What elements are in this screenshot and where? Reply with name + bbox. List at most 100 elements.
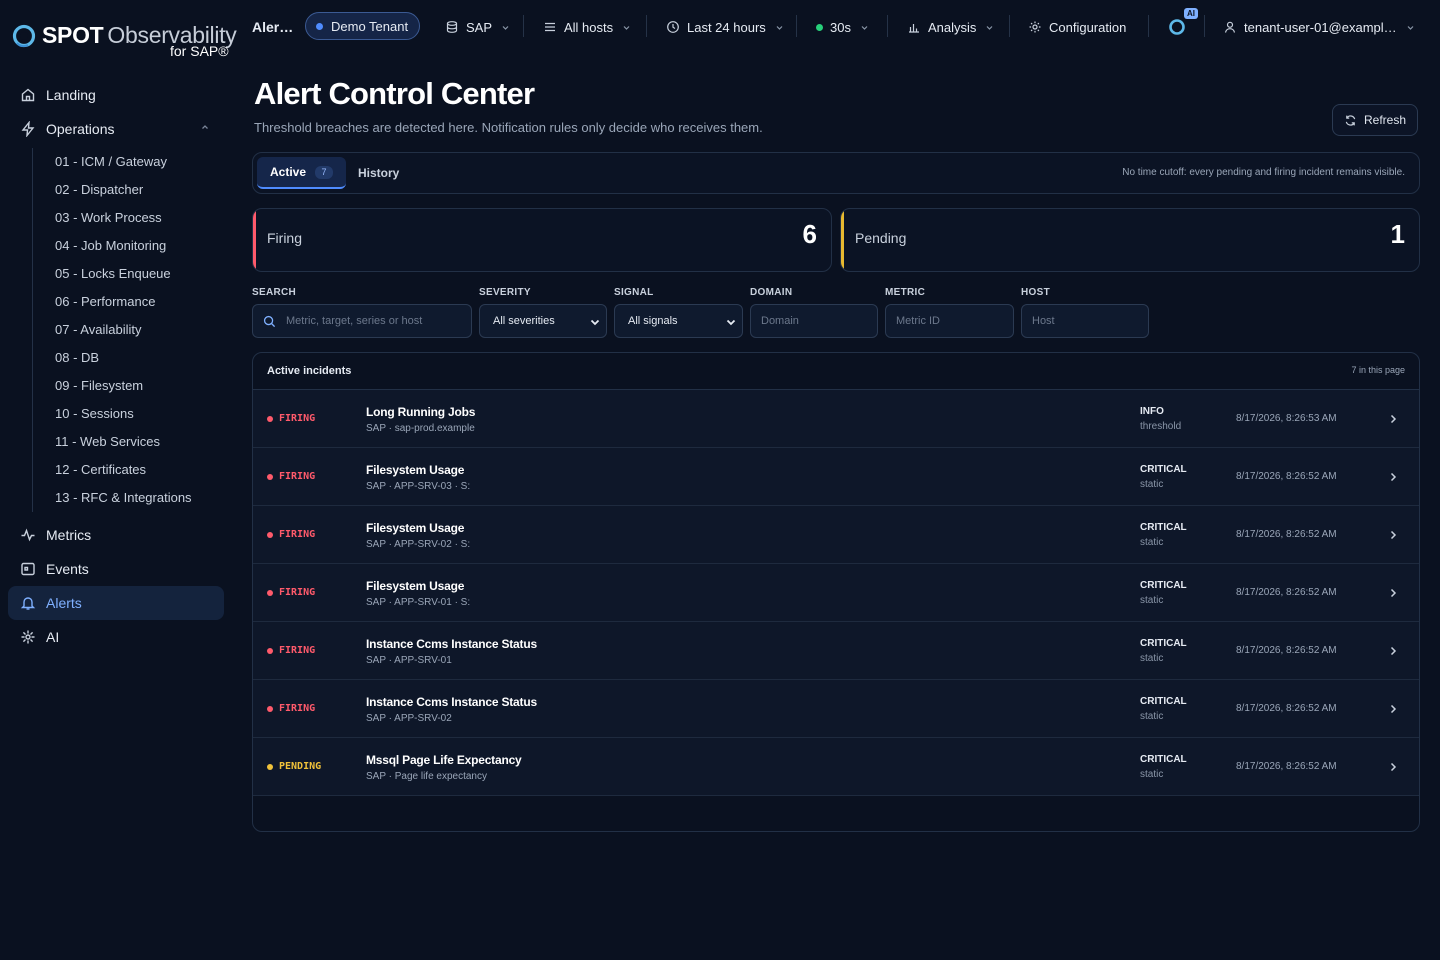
divider [1009, 15, 1010, 37]
gear-icon [1029, 21, 1041, 33]
incident-time: 8/17/2026, 8:26:52 AM [1236, 471, 1337, 482]
sidebar-subitem-performance[interactable]: 06 - Performance [55, 288, 224, 316]
sidebar-item-events[interactable]: Events [8, 552, 224, 586]
incident-kind: threshold [1140, 421, 1182, 432]
tenant-status-dot [316, 22, 323, 30]
chevron-up-icon[interactable] [200, 122, 210, 132]
tenant-selector[interactable]: Demo Tenant [305, 12, 421, 40]
sidebar-item-metrics[interactable]: Metrics [8, 518, 224, 552]
live-status-dot [816, 23, 823, 31]
chevron-right-icon[interactable] [1387, 529, 1399, 541]
incident-title: Long Running Jobs [366, 405, 476, 419]
severity-select[interactable]: All severities [479, 304, 607, 338]
incident-row[interactable]: FIRING Instance Ccms Instance Status SAP… [253, 622, 1419, 680]
incident-state-badge: FIRING [267, 703, 315, 714]
search-input[interactable]: Metric, target, series or host [252, 304, 472, 338]
search-filter-label: SEARCH [252, 287, 297, 298]
tabs-note: No time cutoff: every pending and firing… [1122, 167, 1405, 178]
refresh-interval-selector[interactable]: 30s [816, 14, 869, 40]
incident-kind: static [1140, 479, 1164, 490]
domain-placeholder: Domain [761, 315, 799, 327]
brand-logo[interactable]: SPOT Observability for SAP® [12, 20, 237, 62]
incident-kind: static [1140, 711, 1164, 722]
tab-active-label: Active [270, 165, 307, 179]
signal-select[interactable]: All signals [614, 304, 743, 338]
incident-severity: CRITICAL [1140, 522, 1187, 533]
sidebar-subitem-dispatcher[interactable]: 02 - Dispatcher [55, 176, 224, 204]
chevron-right-icon[interactable] [1387, 413, 1399, 425]
metric-input[interactable]: Metric ID [885, 304, 1014, 338]
sidebar-subitem-sessions[interactable]: 10 - Sessions [55, 400, 224, 428]
incident-row[interactable]: FIRING Filesystem Usage SAP · APP-SRV-02… [253, 506, 1419, 564]
sidebar-subitem-availability[interactable]: 07 - Availability [55, 316, 224, 344]
refresh-button[interactable]: Refresh [1332, 104, 1418, 136]
tab-history[interactable]: History [358, 157, 399, 189]
chevron-right-icon[interactable] [1387, 587, 1399, 599]
incident-severity: INFO [1140, 406, 1164, 417]
analysis-label: Analysis [928, 19, 977, 35]
chevron-right-icon[interactable] [1387, 703, 1399, 715]
chevron-right-icon[interactable] [1387, 645, 1399, 657]
sidebar-item-operations[interactable]: Operations [8, 112, 224, 146]
sidebar-nav: Landing Operations 01 - ICM / Gateway 02… [8, 78, 224, 654]
chevron-right-icon[interactable] [1387, 761, 1399, 773]
sidebar-subitem-job-monitoring[interactable]: 04 - Job Monitoring [55, 232, 224, 260]
ai-assistant-button[interactable]: AI [1167, 8, 1198, 38]
incident-row[interactable]: FIRING Filesystem Usage SAP · APP-SRV-03… [253, 448, 1419, 506]
sidebar-subitem-locks-enqueue[interactable]: 05 - Locks Enqueue [55, 260, 224, 288]
state-dot [267, 415, 273, 422]
incident-row[interactable]: FIRING Instance Ccms Instance Status SAP… [253, 680, 1419, 738]
incident-row[interactable]: PENDING Mssql Page Life Expectancy SAP ·… [253, 738, 1419, 796]
sidebar-item-ai[interactable]: AI [8, 620, 224, 654]
sidebar-subitem-certificates[interactable]: 12 - Certificates [55, 456, 224, 484]
sidebar-subitem-icm-gateway[interactable]: 01 - ICM / Gateway [55, 148, 224, 176]
incident-row[interactable]: FIRING Filesystem Usage SAP · APP-SRV-01… [253, 564, 1419, 622]
system-label: SAP [466, 19, 493, 35]
chevron-down-icon [986, 25, 993, 30]
system-selector[interactable]: SAP [445, 14, 510, 40]
hosts-selector[interactable]: All hosts [543, 14, 631, 40]
sidebar-subitem-work-process[interactable]: 03 - Work Process [55, 204, 224, 232]
list-icon [545, 22, 555, 32]
configuration-button[interactable]: Configuration [1028, 14, 1126, 40]
firing-stat-value: 6 [802, 219, 817, 249]
incident-severity: CRITICAL [1140, 464, 1187, 475]
sidebar-item-alerts[interactable]: Alerts [8, 586, 224, 620]
sidebar-item-label: Operations [46, 121, 115, 137]
incident-severity: CRITICAL [1140, 638, 1187, 649]
metric-placeholder: Metric ID [896, 315, 940, 327]
sidebar-item-landing[interactable]: Landing [8, 78, 224, 112]
user-menu[interactable]: tenant-user-01@exampl… [1223, 14, 1415, 40]
page-short-title: Aler… [252, 19, 294, 35]
incident-state: FIRING [279, 703, 316, 714]
incidents-count-note: 7 in this page [1351, 365, 1405, 375]
time-range-selector[interactable]: Last 24 hours [666, 14, 784, 40]
sidebar-subitem-web-services[interactable]: 11 - Web Services [55, 428, 224, 456]
host-input[interactable]: Host [1021, 304, 1149, 338]
incident-time: 8/17/2026, 8:26:52 AM [1236, 703, 1337, 714]
incident-row[interactable]: FIRING Long Running Jobs SAP · sap-prod.… [253, 390, 1419, 448]
domain-input[interactable]: Domain [750, 304, 878, 338]
signal-filter-label: SIGNAL [614, 287, 654, 298]
incident-state: FIRING [279, 645, 316, 656]
sidebar-subitem-filesystem[interactable]: 09 - Filesystem [55, 372, 224, 400]
incidents-table: Active incidents 7 in this page FIRING L… [252, 352, 1420, 832]
search-icon [263, 315, 276, 327]
incident-state-badge: PENDING [267, 761, 321, 772]
ai-badge: AI [1184, 8, 1198, 19]
analysis-menu[interactable]: Analysis [907, 14, 994, 40]
tab-active[interactable]: Active 7 [257, 157, 346, 189]
refresh-icon [1345, 114, 1356, 126]
sidebar-subitem-db[interactable]: 08 - DB [55, 344, 224, 372]
incident-title: Filesystem Usage [366, 521, 465, 535]
state-dot [267, 589, 273, 596]
tenant-label: Demo Tenant [331, 18, 409, 34]
divider [523, 15, 524, 37]
state-dot [267, 531, 273, 538]
divider [1148, 15, 1149, 37]
chevron-right-icon[interactable] [1387, 471, 1399, 483]
incident-meta: SAP · APP-SRV-02 · S: [366, 539, 471, 550]
incident-time: 8/17/2026, 8:26:52 AM [1236, 761, 1337, 772]
sidebar-subitem-rfc-integrations[interactable]: 13 - RFC & Integrations [55, 484, 224, 512]
clock-icon [667, 21, 679, 33]
